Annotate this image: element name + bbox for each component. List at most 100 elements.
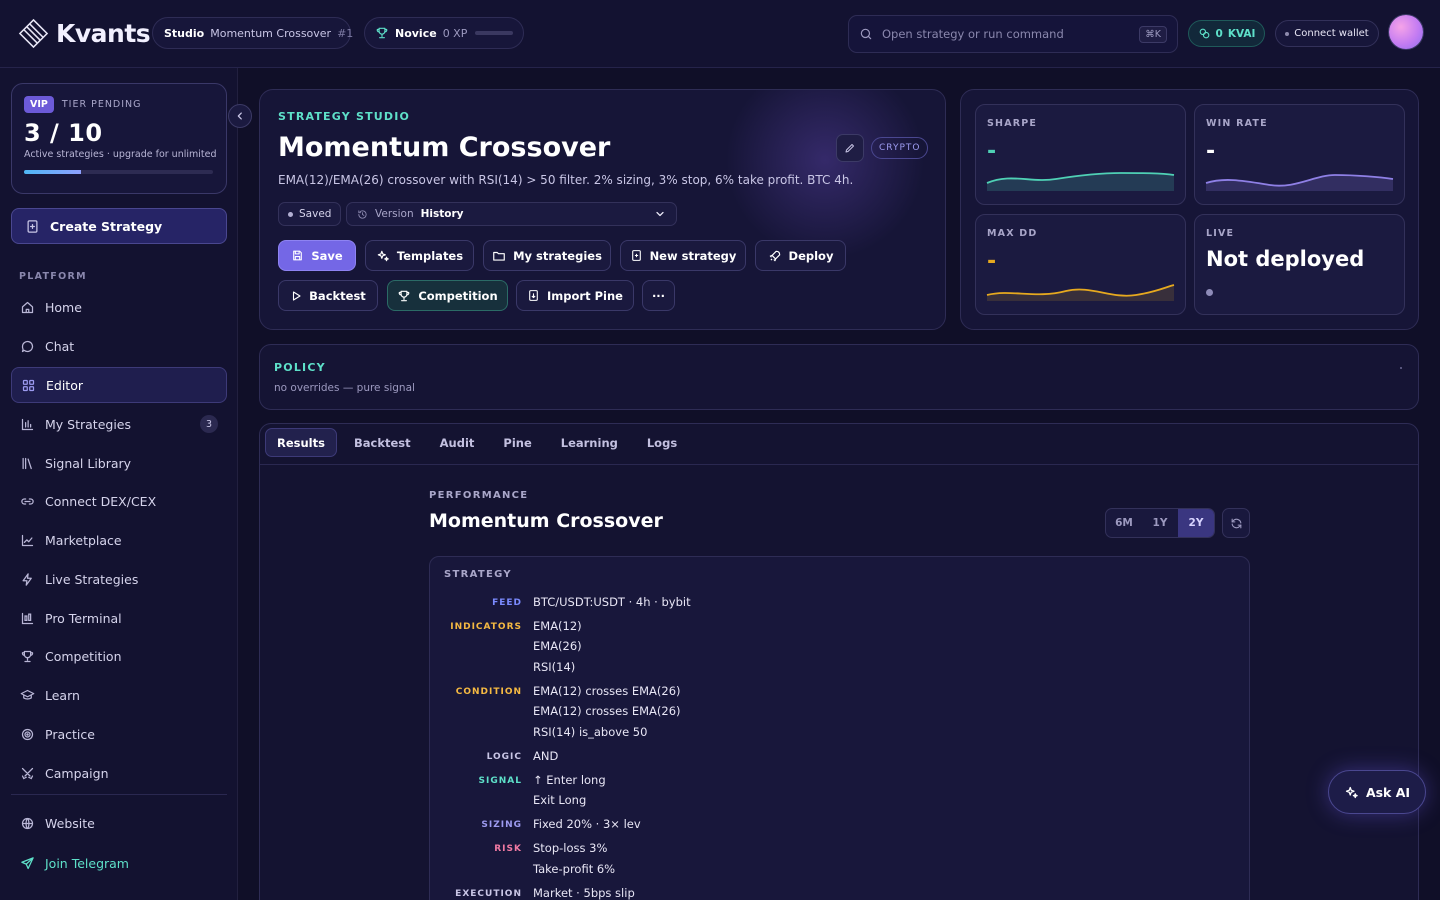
performance-title: Momentum Crossover bbox=[429, 510, 663, 532]
bolt-icon bbox=[20, 572, 35, 587]
spec-value: RSI(14) bbox=[533, 660, 576, 674]
saved-dot bbox=[288, 211, 293, 217]
range-option-2y[interactable]: 2Y bbox=[1178, 509, 1214, 537]
chevron-down-icon bbox=[654, 208, 666, 220]
metric-card-sharpe[interactable]: SHARPE - bbox=[975, 104, 1186, 205]
sidebar-item-campaign[interactable]: Campaign bbox=[11, 755, 227, 791]
sidebar-item-label: Join Telegram bbox=[45, 855, 129, 871]
templates-button[interactable]: Templates bbox=[365, 240, 474, 271]
vip-subtitle: Active strategies · upgrade for unlimite… bbox=[24, 149, 217, 160]
live-status-value: Not deployed bbox=[1206, 247, 1365, 271]
spec-value: BTC/USDT:USDT · 4h · bybit bbox=[533, 595, 691, 609]
chat-icon bbox=[20, 339, 35, 354]
sidebar-item-my-strategies[interactable]: My Strategies 3 bbox=[11, 406, 227, 442]
sidebar-item-competition[interactable]: Competition bbox=[11, 638, 227, 674]
tab-logs[interactable]: Logs bbox=[635, 428, 689, 457]
top-bar: Kvants Studio Momentum Crossover #1 Novi… bbox=[0, 0, 1440, 68]
studio-breadcrumb[interactable]: Studio Momentum Crossover #1 bbox=[152, 17, 353, 49]
kvai-balance[interactable]: 0 KVAI bbox=[1188, 20, 1265, 47]
kvai-value: 0 bbox=[1215, 27, 1223, 40]
new-strategy-button[interactable]: New strategy bbox=[620, 240, 746, 271]
tab-pine[interactable]: Pine bbox=[491, 428, 543, 457]
sidebar-item-chat[interactable]: Chat bbox=[11, 328, 227, 364]
metric-card-live[interactable]: LIVE Not deployed bbox=[1194, 214, 1405, 315]
trophy-icon bbox=[20, 649, 35, 664]
tab-backtest[interactable]: Backtest bbox=[342, 428, 423, 457]
saved-label: Saved bbox=[299, 208, 332, 220]
tab-learning[interactable]: Learning bbox=[549, 428, 630, 457]
sidebar-item-home[interactable]: Home bbox=[11, 289, 227, 325]
edit-strategy-button[interactable] bbox=[836, 134, 864, 162]
sidebar-item-connect-dex-cex[interactable]: Connect DEX/CEX bbox=[11, 483, 227, 519]
range-option-1y[interactable]: 1Y bbox=[1142, 509, 1178, 537]
competition-button[interactable]: Competition bbox=[387, 280, 508, 311]
results-tabs: Results Backtest Audit Pine Learning Log… bbox=[265, 428, 689, 457]
sidebar-item-label: My Strategies bbox=[45, 416, 131, 432]
spec-value: Fixed 20% · 3× lev bbox=[533, 817, 641, 831]
tier-status: TIER PENDING bbox=[61, 99, 142, 110]
history-icon bbox=[357, 209, 368, 220]
strategy-quota-fill bbox=[24, 170, 81, 174]
save-button[interactable]: Save bbox=[278, 240, 356, 271]
ask-ai-button[interactable]: Ask AI bbox=[1328, 770, 1426, 814]
more-actions-button[interactable]: ··· bbox=[642, 280, 675, 311]
sidebar-divider bbox=[11, 794, 227, 795]
trend-icon bbox=[20, 533, 35, 548]
play-icon bbox=[290, 290, 302, 302]
sidebar-item-signal-library[interactable]: Signal Library bbox=[11, 445, 227, 481]
metric-card-max-dd[interactable]: MAX DD - bbox=[975, 214, 1186, 315]
sidebar-item-marketplace[interactable]: Marketplace bbox=[11, 522, 227, 558]
range-option-6m[interactable]: 6M bbox=[1106, 509, 1142, 537]
policy-subtitle: no overrides — pure signal bbox=[274, 382, 415, 394]
policy-panel[interactable]: POLICY no overrides — pure signal bbox=[259, 344, 1419, 410]
studio-strategy-name: Momentum Crossover bbox=[210, 26, 332, 40]
refresh-button[interactable] bbox=[1222, 508, 1250, 538]
sidebar-item-editor[interactable]: Editor bbox=[11, 367, 227, 403]
terminal-chart-icon bbox=[20, 611, 35, 626]
sidebar-item-label: Practice bbox=[45, 726, 95, 742]
vip-tier-card[interactable]: VIP TIER PENDING 3 / 10 Active strategie… bbox=[11, 83, 227, 194]
my-strategies-button[interactable]: My strategies bbox=[483, 240, 611, 271]
metric-card-win-rate[interactable]: WIN RATE - bbox=[1194, 104, 1405, 205]
spec-key-risk: RISK bbox=[494, 844, 522, 854]
performance-eyebrow: PERFORMANCE bbox=[429, 490, 529, 501]
deploy-button[interactable]: Deploy bbox=[755, 240, 846, 271]
sidebar-item-pro-terminal[interactable]: Pro Terminal bbox=[11, 600, 227, 636]
create-strategy-button[interactable]: Create Strategy bbox=[11, 208, 227, 244]
sidebar-item-practice[interactable]: Practice bbox=[11, 716, 227, 752]
sidebar-item-label: Home bbox=[45, 299, 82, 315]
backtest-button[interactable]: Backtest bbox=[278, 280, 378, 311]
sidebar: VIP TIER PENDING 3 / 10 Active strategie… bbox=[0, 68, 238, 900]
strategy-count-badge: 3 bbox=[200, 415, 218, 433]
refresh-icon bbox=[1230, 517, 1243, 530]
command-search[interactable]: ⌘K bbox=[848, 15, 1178, 53]
level-pill[interactable]: Novice 0 XP bbox=[364, 17, 524, 49]
strategy-spec-card: STRATEGY FEED BTC/USDT:USDT · 4h · bybit… bbox=[429, 556, 1250, 900]
nav-section-platform: PLATFORM bbox=[19, 271, 87, 282]
search-input[interactable] bbox=[882, 27, 1131, 41]
sidebar-item-live-strategies[interactable]: Live Strategies bbox=[11, 561, 227, 597]
more-icon: ··· bbox=[651, 288, 666, 303]
user-avatar[interactable] bbox=[1389, 15, 1423, 49]
connect-wallet-button[interactable]: Connect wallet bbox=[1275, 20, 1379, 47]
version-history-select[interactable]: Version History bbox=[346, 202, 677, 226]
swords-icon bbox=[20, 766, 35, 781]
sidebar-item-join-telegram[interactable]: Join Telegram bbox=[11, 845, 227, 881]
brand-logo[interactable]: Kvants bbox=[18, 18, 151, 49]
connect-wallet-label: Connect wallet bbox=[1294, 28, 1369, 39]
category-badge: CRYPTO bbox=[871, 137, 929, 159]
sidebar-collapse-button[interactable] bbox=[228, 104, 252, 128]
folder-icon bbox=[492, 249, 506, 263]
spec-key-indicators: INDICATORS bbox=[450, 622, 522, 632]
spec-key-condition: CONDITION bbox=[455, 687, 522, 697]
strategy-header-card: STRATEGY STUDIO Momentum Crossover EMA(1… bbox=[259, 89, 946, 330]
import-pine-button[interactable]: Import Pine bbox=[516, 280, 634, 311]
xp-progress-bar bbox=[475, 31, 513, 35]
tab-results[interactable]: Results bbox=[265, 428, 337, 457]
save-label: Save bbox=[311, 248, 343, 263]
sidebar-item-website[interactable]: Website bbox=[11, 805, 227, 841]
version-label: Version bbox=[375, 208, 414, 220]
sidebar-item-learn[interactable]: Learn bbox=[11, 677, 227, 713]
kvai-unit: KVAI bbox=[1227, 27, 1256, 40]
tab-audit[interactable]: Audit bbox=[428, 428, 487, 457]
